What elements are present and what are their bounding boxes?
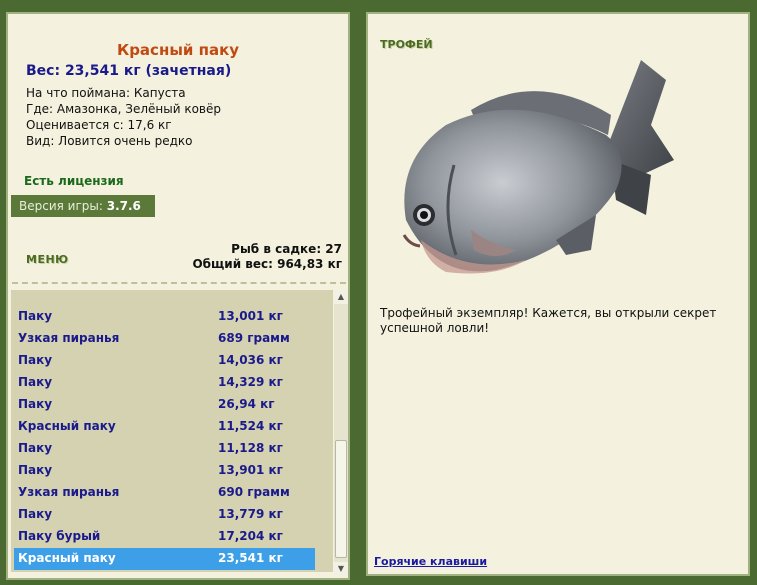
- catch-list-item[interactable]: Паку бурый 17,204 кг: [14, 526, 315, 548]
- catch-weight: 11,524 кг: [218, 419, 283, 433]
- fish-count: Рыб в садке: 27: [231, 242, 342, 256]
- fish-title: Красный паку: [116, 41, 240, 59]
- fish-bait: На что поймана: Капуста: [26, 86, 186, 100]
- catch-weight: 14,036 кг: [218, 353, 283, 367]
- catch-list-item[interactable]: Красный паку 23,541 кг: [14, 548, 315, 570]
- catch-name: Паку: [18, 397, 53, 411]
- catch-weight: 13,901 кг: [218, 463, 283, 477]
- catch-list-item[interactable]: Паку 26,94 кг: [14, 394, 315, 416]
- catch-name: Паку: [18, 463, 53, 477]
- menu-button[interactable]: МЕНЮ: [26, 253, 69, 266]
- fish-image: [402, 60, 674, 274]
- total-weight: Общий вес: 964,83 кг: [192, 257, 342, 271]
- trophy-panel: ТРОФЕЙ Трофейный экземпляр! Кажется, вы …: [366, 12, 750, 576]
- catch-list-item[interactable]: Паку 14,329 кг: [14, 372, 315, 394]
- catch-list-item[interactable]: Красный паку 11,524 кг: [14, 416, 315, 438]
- version-label: Версия игры:: [19, 199, 107, 213]
- hotkeys-link[interactable]: Горячие клавиши: [374, 555, 487, 568]
- catch-name: Узкая пиранья: [18, 485, 120, 499]
- catch-stats: Рыб в садке: 27 Общий вес: 964,83 кг: [192, 242, 342, 272]
- catch-weight: 690 грамм: [218, 485, 290, 499]
- catch-name: Паку: [18, 441, 53, 455]
- catch-name: Красный паку: [18, 551, 116, 565]
- catch-weight: 13,779 кг: [218, 507, 283, 521]
- catch-name: Паку: [18, 375, 53, 389]
- catch-list-item[interactable]: Узкая пиранья 689 грамм: [14, 328, 315, 350]
- fish-location: Где: Амазонка, Зелёный ковёр: [26, 102, 221, 116]
- catch-list-item[interactable]: Паку 13,901 кг: [14, 460, 315, 482]
- catch-name: Паку: [18, 309, 53, 323]
- catch-list-item[interactable]: Паку 13,779 кг: [14, 504, 315, 526]
- license-status: Есть лицензия: [24, 174, 124, 188]
- fish-rated-from: Оценивается с: 17,6 кг: [26, 118, 172, 132]
- fish-kind: Вид: Ловится очень редко: [26, 134, 193, 148]
- catch-name: Красный паку: [18, 419, 116, 433]
- catch-name: Паку бурый: [18, 529, 101, 543]
- catch-weight: 23,541 кг: [218, 551, 283, 565]
- catch-weight: 13,001 кг: [218, 309, 283, 323]
- version-value: 3.7.6: [106, 199, 141, 213]
- catch-weight: 11,128 кг: [218, 441, 283, 455]
- catch-list[interactable]: Паку 13,001 кг Узкая пиранья 689 грамм Паку 1…: [11, 290, 333, 572]
- triangle-down-icon[interactable]: ▼: [334, 562, 348, 576]
- catch-weight: 689 грамм: [218, 331, 290, 345]
- catch-name: Паку: [18, 353, 53, 367]
- fish-weight: Вес: 23,541 кг (зачетная): [26, 63, 232, 79]
- catch-weight: 14,329 кг: [218, 375, 283, 389]
- catch-name: Узкая пиранья: [18, 331, 120, 345]
- scrollbar-thumb[interactable]: [335, 440, 347, 558]
- catch-name: Паку: [18, 507, 53, 521]
- catch-list-item[interactable]: Узкая пиранья 690 грамм: [14, 482, 315, 504]
- catch-weight: 26,94 кг: [218, 397, 275, 411]
- trophy-message: Трофейный экземпляр! Кажется, вы открыли…: [380, 306, 717, 335]
- catch-list-item[interactable]: Паку 14,036 кг: [14, 350, 315, 372]
- version-badge: Версия игры: 3.7.6: [11, 195, 155, 217]
- catch-list-item[interactable]: Паку 13,001 кг: [14, 306, 315, 328]
- triangle-up-icon[interactable]: ▲: [334, 290, 348, 304]
- catch-weight: 17,204 кг: [218, 529, 283, 543]
- divider: [12, 282, 346, 284]
- catch-list-item[interactable]: Паку 11,128 кг: [14, 438, 315, 460]
- fish-info-panel: Красный паку Вес: 23,541 кг (зачетная) Н…: [6, 12, 350, 580]
- list-scrollbar[interactable]: ▲ ▼: [334, 290, 348, 576]
